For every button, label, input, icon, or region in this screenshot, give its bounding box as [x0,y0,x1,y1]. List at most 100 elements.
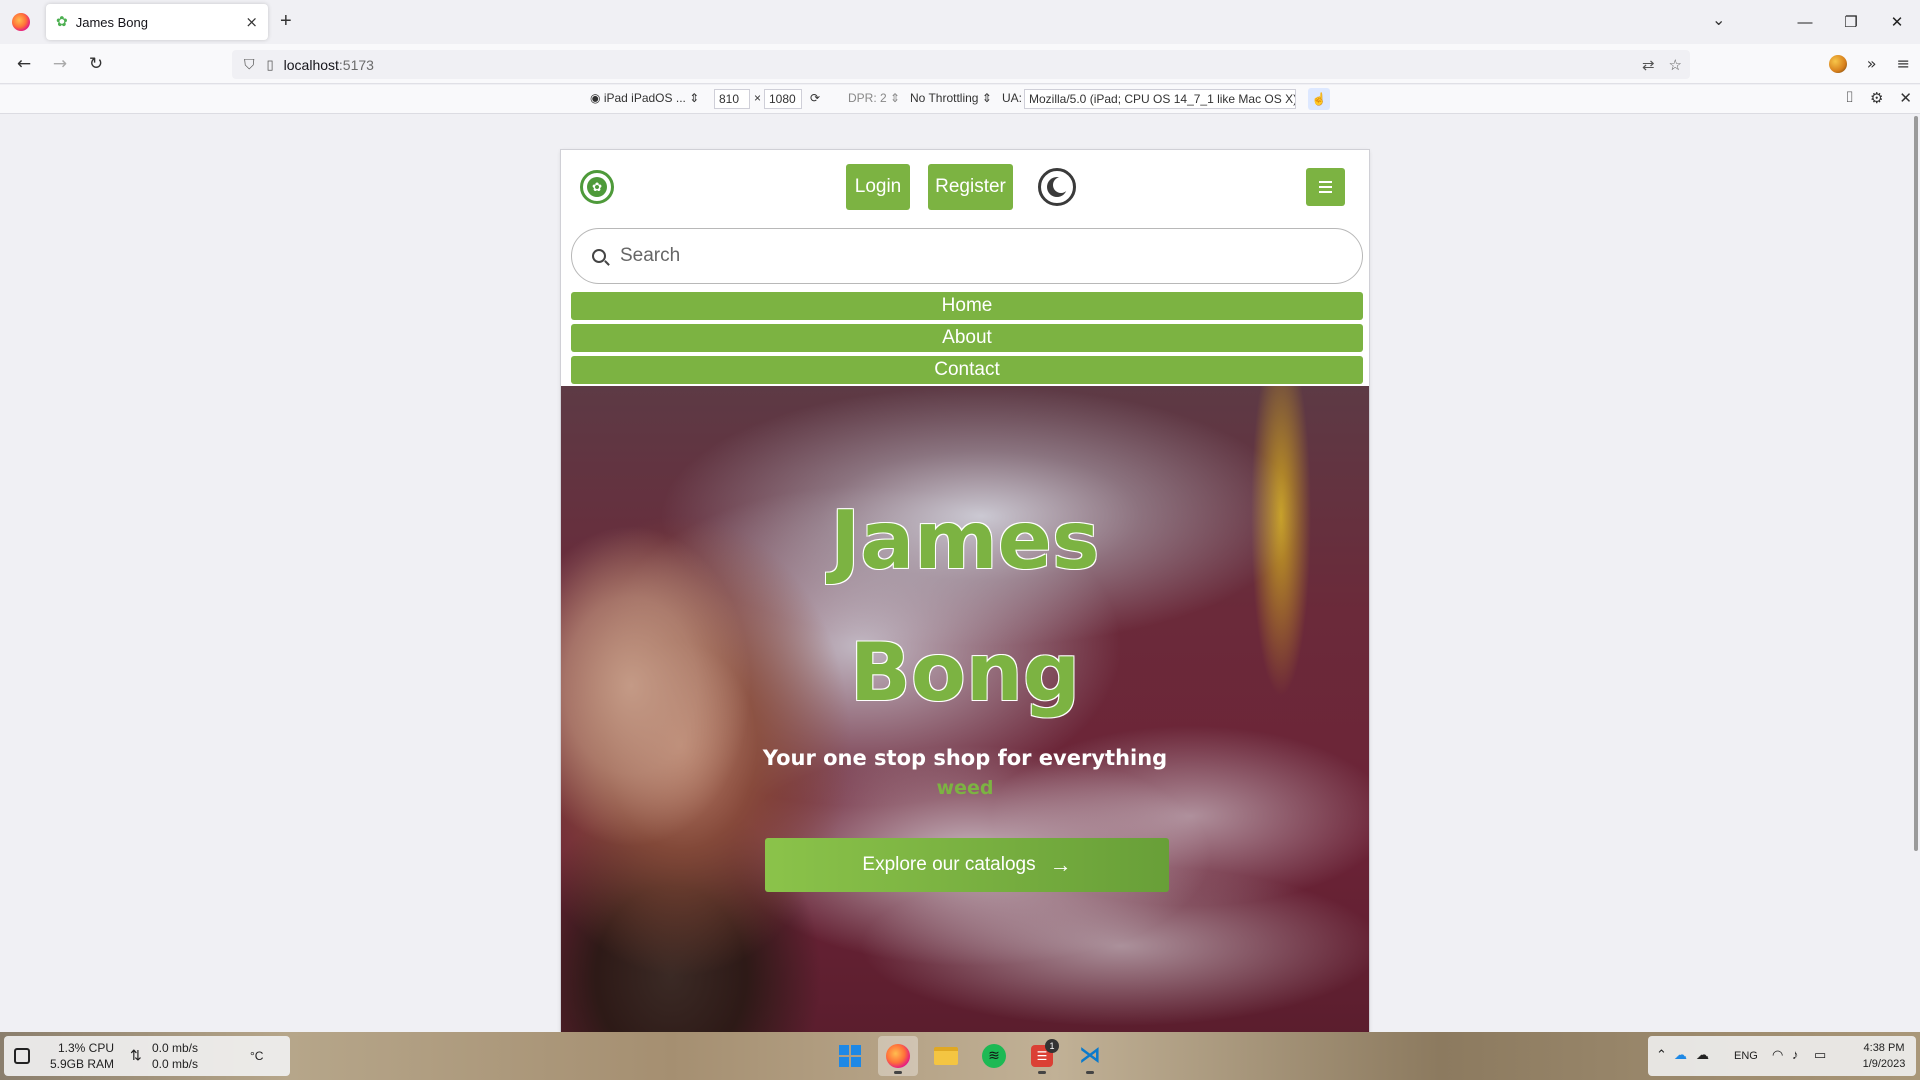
tab-title: James Bong [75,14,148,30]
settings-gear-icon[interactable]: ⚙ [1870,89,1883,107]
dark-mode-toggle[interactable] [1038,168,1076,206]
url-host: localhost [283,56,339,73]
nav-link-home[interactable]: Home [571,292,1363,320]
hero-section: James Bong Your one stop shop for everyt… [561,386,1369,1032]
folder-icon [934,1047,958,1065]
browser-titlebar: ✿ James Bong × + ⌄ — ❐ ✕ [0,0,1920,44]
forward-arrow-icon[interactable]: → [42,54,78,74]
overflow-chevrons-icon[interactable]: » [1867,54,1877,73]
volume-icon[interactable]: ♪ [1792,1047,1799,1062]
device-selector[interactable]: ◉ iPad iPadOS ... ⇕ [590,91,699,105]
wifi-icon[interactable]: ◠ [1772,1047,1783,1063]
cpu-chip-icon [14,1048,30,1064]
onedrive-personal-cloud-icon[interactable]: ☁ [1696,1047,1709,1063]
login-button[interactable]: Login [846,164,910,210]
screenshot-camera-icon[interactable]: ⌷ [1845,89,1854,107]
explore-catalogs-button[interactable]: Explore our catalogs → [765,838,1169,892]
taskbar-vscode[interactable]: ⋊ [1070,1036,1110,1076]
url-port: :5173 [338,56,374,73]
new-tab-button[interactable]: + [280,10,292,33]
vscode-icon: ⋊ [1079,1043,1101,1068]
nav-link-contact[interactable]: Contact [571,356,1363,384]
rotate-device-icon[interactable]: ⟳ [810,91,820,105]
tab-close-icon[interactable]: × [245,13,258,31]
extension-icon[interactable] [1828,54,1847,73]
performance-widget[interactable]: 1.3% CPU 5.9GB RAM ⇅ 0.0 mb/s 0.0 mb/s °… [4,1036,290,1076]
browser-tab-active[interactable]: ✿ James Bong × [46,4,268,40]
network-arrows-icon: ⇅ [130,1047,142,1063]
ram-usage: 5.9GB RAM [49,1057,114,1071]
viewport-width-input[interactable]: 810 [714,89,750,109]
hero-title-line-2: Bong [849,626,1081,719]
window-controls: — ❐ ✕ [1782,0,1920,44]
url-bar[interactable]: ⛉ ▯ localhost:5173 ⇄ ☆ [232,50,1690,79]
search-placeholder: Search [620,245,681,266]
network-download: 0.0 mb/s [152,1057,199,1071]
dpr-label: DPR: 2 [848,91,887,105]
firefox-icon [886,1044,910,1068]
running-indicator [894,1071,902,1074]
arrow-right-icon: → [1049,852,1072,877]
show-hidden-icons-chevron-icon[interactable]: ⌃ [1656,1047,1667,1063]
dimension-separator: × [754,91,762,105]
hamburger-line [1319,186,1332,188]
tracking-shield-icon[interactable]: ⛉ [244,56,255,73]
ua-label: UA: [1002,91,1023,105]
nav-link-about[interactable]: About [571,324,1363,352]
hamburger-line [1319,181,1332,183]
close-window-icon[interactable]: ✕ [1874,13,1920,31]
dpr-selector[interactable]: DPR: 2 ⇕ [848,91,900,105]
cannabis-leaf-logo-icon[interactable]: ✿ [580,170,614,204]
windows-logo-icon [839,1045,861,1067]
clock-date[interactable]: 1/9/2023 [1854,1058,1914,1070]
taskbar-firefox[interactable] [878,1036,918,1076]
hero-title-line-1: James [830,494,1100,587]
taskbar-spotify[interactable]: ≋ [974,1036,1014,1076]
network-upload: 0.0 mb/s [152,1041,199,1055]
spotify-icon: ≋ [982,1044,1006,1068]
bookmark-star-icon[interactable]: ☆ [1669,56,1682,74]
leaf-favicon-icon: ✿ [56,14,68,30]
user-agent-input[interactable]: Mozilla/5.0 (iPad; CPU OS 14_7_1 like Ma… [1024,89,1296,109]
list-all-tabs-chevron-icon[interactable]: ⌄ [1712,10,1725,29]
clock-time[interactable]: 4:38 PM [1858,1042,1910,1054]
back-arrow-icon[interactable]: ← [6,54,42,74]
input-language[interactable]: ENG [1734,1050,1758,1062]
touch-simulation-icon[interactable]: ☝ [1308,88,1330,110]
hero-tagline: Your one stop shop for everything [762,746,1168,770]
reload-icon[interactable]: ↻ [78,54,114,74]
taskbar-file-explorer[interactable] [926,1036,966,1076]
viewport-height-input[interactable]: 1080 [764,89,802,109]
hamburger-menu-button[interactable] [1306,168,1345,206]
restore-icon[interactable]: ❐ [1828,13,1874,31]
device-name: iPad iPadOS ... [603,91,686,105]
firefox-logo-icon [12,13,30,31]
throttling-label: No Throttling [910,91,979,105]
search-icon [592,249,606,263]
cpu-usage: 1.3% CPU [57,1041,114,1055]
taskbar-apps: ≋ ☰ 1 ⋊ [830,1036,1110,1076]
page-info-icon[interactable]: ▯ [267,57,274,73]
throttling-selector[interactable]: No Throttling ⇕ [910,91,992,105]
page-scrollbar-thumb[interactable] [1914,116,1918,851]
translate-icon[interactable]: ⇄ [1642,56,1655,74]
device-viewport: ✿ Login Register Search Home About Conta… [561,150,1369,1032]
close-rdm-icon[interactable]: ✕ [1899,89,1912,107]
register-button[interactable]: Register [928,164,1013,210]
hamburger-line [1319,191,1332,193]
moon-icon [1053,177,1069,193]
browser-navbar: ← → ↻ ⛉ ▯ localhost:5173 ⇄ ☆ » ≡ [0,44,1920,84]
onedrive-cloud-icon[interactable]: ☁ [1674,1047,1687,1063]
cta-label: Explore our catalogs [862,854,1036,875]
responsive-design-toolbar: ◉ iPad iPadOS ... ⇕ 810 × 1080 ⟳ DPR: 2 … [0,85,1920,114]
app-menu-icon[interactable]: ≡ [1897,54,1910,73]
site-header: ✿ Login Register Search Home About Conta… [561,150,1369,386]
running-indicator [1086,1071,1094,1074]
taskbar-todo-app[interactable]: ☰ 1 [1022,1036,1062,1076]
battery-icon[interactable]: ▭ [1814,1047,1826,1063]
running-indicator [1038,1071,1046,1074]
minimize-icon[interactable]: — [1782,14,1828,31]
search-input[interactable]: Search [571,228,1363,284]
temperature: °C [250,1049,264,1063]
start-button[interactable] [830,1036,870,1076]
